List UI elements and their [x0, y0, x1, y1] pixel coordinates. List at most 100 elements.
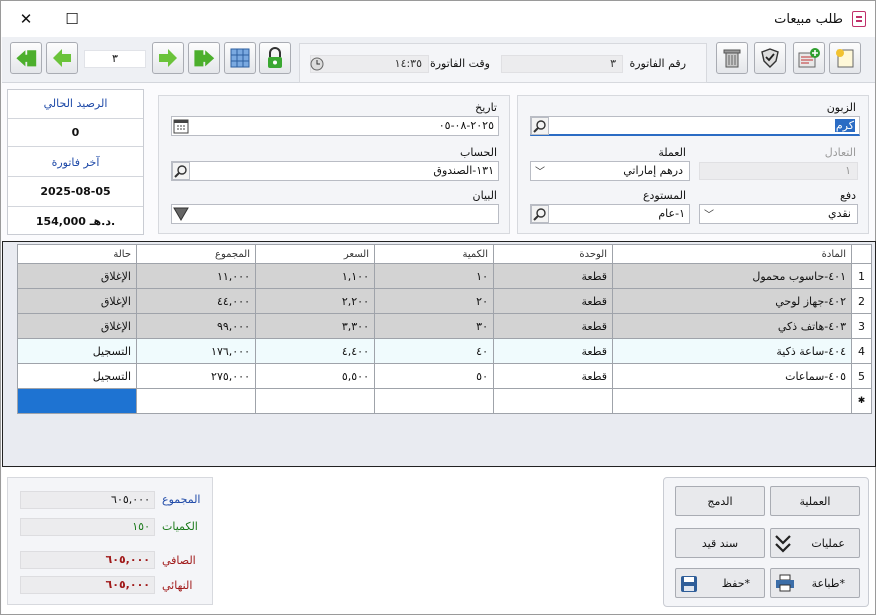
cell-price[interactable]: ١,١٠٠	[255, 263, 375, 289]
cell-total[interactable]: ١١,٠٠٠	[136, 263, 256, 289]
cell-unit[interactable]: قطعة	[493, 338, 613, 364]
warehouse-input[interactable]: ١-عام	[530, 204, 690, 224]
delete-button[interactable]	[716, 42, 748, 74]
row-number[interactable]: 2	[851, 288, 872, 314]
first-record-button[interactable]	[10, 42, 42, 74]
statement-label: البيان	[472, 189, 497, 202]
column-header-qty[interactable]: الكمية	[374, 244, 494, 264]
cell-price[interactable]: ٤,٤٠٠	[255, 338, 375, 364]
new-row-cell[interactable]	[493, 388, 613, 414]
operations-button[interactable]: عمليات	[770, 528, 860, 558]
double-arrow-left-icon	[16, 50, 37, 67]
approve-button[interactable]	[754, 42, 786, 74]
add-record-button[interactable]	[793, 42, 825, 74]
column-header-price[interactable]: السعر	[255, 244, 375, 264]
payment-label: دفع	[839, 189, 856, 202]
cell-status[interactable]: الإغلاق	[17, 313, 137, 339]
maximize-window-button[interactable]: ☐	[64, 11, 80, 27]
customer-search-button[interactable]	[531, 117, 549, 135]
column-header-total[interactable]: المجموع	[136, 244, 256, 264]
operation-button[interactable]: العملية	[770, 486, 860, 516]
account-label: الحساب	[459, 146, 497, 159]
table-row[interactable]: التسجيل ١٧٦,٠٠٠ ٤,٤٠٠ ٤٠ قطعة ٤٠٤-ساعة ذكية 4	[17, 338, 872, 364]
cell-item[interactable]: ٤٠١-حاسوب محمول	[612, 263, 852, 289]
warehouse-search-button[interactable]	[531, 205, 549, 223]
calendar-icon[interactable]	[173, 118, 189, 134]
cell-qty[interactable]: ٢٠	[374, 288, 494, 314]
cell-qty[interactable]: ١٠	[374, 263, 494, 289]
arrow-right-icon	[159, 49, 177, 67]
cell-unit[interactable]: قطعة	[493, 313, 613, 339]
table-row[interactable]: الإغلاق ٤٤,٠٠٠ ٢,٢٠٠ ٢٠ قطعة ٤٠٢-جهاز لوحي 2	[17, 288, 872, 314]
cell-unit[interactable]: قطعة	[493, 363, 613, 389]
cell-price[interactable]: ٢,٢٠٠	[255, 288, 375, 314]
cell-item[interactable]: ٤٠٤-ساعة ذكية	[612, 338, 852, 364]
cell-unit[interactable]: قطعة	[493, 288, 613, 314]
cell-total[interactable]: ٢٧٥,٠٠٠	[136, 363, 256, 389]
cell-item[interactable]: ٤٠٣-هاتف ذكي	[612, 313, 852, 339]
table-row[interactable]: التسجيل ٢٧٥,٠٠٠ ٥,٥٠٠ ٥٠ قطعة ٤٠٥-سماعات 5	[17, 363, 872, 389]
cell-price[interactable]: ٥,٥٠٠	[255, 363, 375, 389]
statement-input[interactable]	[171, 204, 499, 224]
invoice-number-label: رقم الفاتورة	[629, 57, 686, 70]
new-document-button[interactable]	[829, 42, 861, 74]
customer-input[interactable]: كرم	[530, 116, 860, 136]
invoice-time-label: وقت الفاتورة	[429, 57, 490, 70]
last-invoice-amount: 154,000 د.هـ.	[35, 215, 116, 228]
add-record-icon	[798, 48, 820, 68]
print-button[interactable]: طباعة*	[770, 568, 860, 598]
new-row-cell[interactable]	[136, 388, 256, 414]
account-input[interactable]: ١٣١-الصندوق	[171, 161, 499, 181]
close-window-button[interactable]: ✕	[18, 11, 34, 27]
currency-select[interactable]: درهم إماراتي ﹀	[530, 161, 690, 181]
filter-dropdown-icon[interactable]	[173, 207, 189, 221]
cell-status[interactable]: الإغلاق	[17, 263, 137, 289]
column-header-status[interactable]: حالة	[17, 244, 137, 264]
date-input[interactable]: ٢٠٢٥-٠٨-٠٥	[171, 116, 499, 136]
grid-view-button[interactable]	[224, 42, 256, 74]
invoice-header-group: رقم الفاتورة ٣ وقت الفاتورة ١٤:٣٥	[299, 43, 707, 83]
row-number[interactable]: 4	[851, 338, 872, 364]
cell-status[interactable]: التسجيل	[17, 363, 137, 389]
table-row[interactable]: الإغلاق ١١,٠٠٠ ١,١٠٠ ١٠ قطعة ٤٠١-حاسوب محمول 1	[17, 263, 872, 289]
new-row-cell[interactable]	[374, 388, 494, 414]
print-label: طباعة*	[811, 576, 845, 590]
cell-price[interactable]: ٣,٣٠٠	[255, 313, 375, 339]
row-number[interactable]: 3	[851, 313, 872, 339]
last-record-button[interactable]	[188, 42, 220, 74]
record-number-field[interactable]: ٣	[84, 50, 146, 68]
new-row-cell[interactable]	[17, 388, 137, 414]
cell-qty[interactable]: ٣٠	[374, 313, 494, 339]
payment-value: نقدي	[827, 207, 851, 220]
journal-entry-label: سند قيد	[701, 536, 739, 550]
new-row-cell[interactable]	[612, 388, 852, 414]
row-number[interactable]: 5	[851, 363, 872, 389]
column-header-item[interactable]: المادة	[612, 244, 852, 264]
arrow-left-icon	[53, 49, 71, 67]
cell-item[interactable]: ٤٠٢-جهاز لوحي	[612, 288, 852, 314]
column-header-unit[interactable]: الوحدة	[493, 244, 613, 264]
previous-record-button[interactable]	[46, 42, 78, 74]
lock-button[interactable]	[259, 42, 291, 74]
cell-status[interactable]: الإغلاق	[17, 288, 137, 314]
cell-item[interactable]: ٤٠٥-سماعات	[612, 363, 852, 389]
double-chevron-down-icon	[775, 535, 791, 553]
cell-qty[interactable]: ٥٠	[374, 363, 494, 389]
row-number[interactable]: 1	[851, 263, 872, 289]
next-record-button[interactable]	[152, 42, 184, 74]
cell-qty[interactable]: ٤٠	[374, 338, 494, 364]
window-title: طلب مبيعات	[774, 12, 843, 27]
cell-total[interactable]: ١٧٦,٠٠٠	[136, 338, 256, 364]
cell-total[interactable]: ٩٩,٠٠٠	[136, 313, 256, 339]
merge-button[interactable]: الدمج	[675, 486, 765, 516]
table-row[interactable]: الإغلاق ٩٩,٠٠٠ ٣,٣٠٠ ٣٠ قطعة ٤٠٣-هاتف ذكي 3	[17, 313, 872, 339]
new-row-cell[interactable]	[255, 388, 375, 414]
cell-unit[interactable]: قطعة	[493, 263, 613, 289]
cell-status[interactable]: التسجيل	[17, 338, 137, 364]
account-search-button[interactable]	[172, 162, 190, 180]
save-button[interactable]: حفظ*	[675, 568, 765, 598]
payment-select[interactable]: نقدي ﹀	[699, 204, 858, 224]
new-row[interactable]: ✱	[17, 388, 872, 414]
journal-entry-button[interactable]: سند قيد	[675, 528, 765, 558]
cell-total[interactable]: ٤٤,٠٠٠	[136, 288, 256, 314]
